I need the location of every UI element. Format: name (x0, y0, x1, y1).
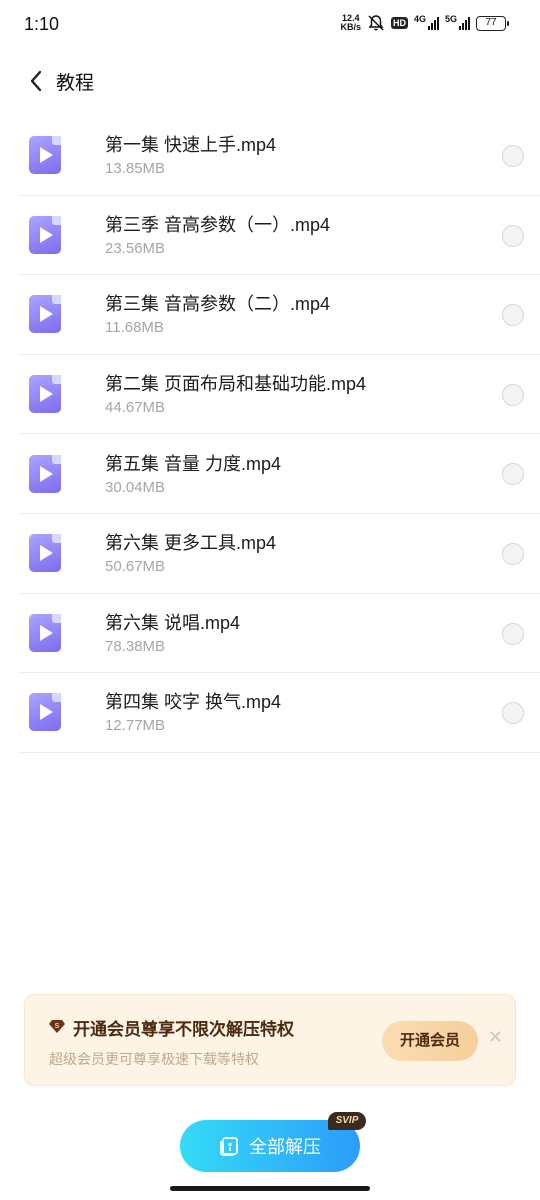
file-name: 第三季 音高参数（一）.mp4 (105, 214, 331, 235)
battery-icon: 77 (476, 15, 509, 31)
file-name: 第四集 咬字 换气.mp4 (105, 692, 282, 713)
video-file-icon (29, 295, 63, 334)
select-radio[interactable] (502, 463, 524, 486)
network-speed: 12.4 KB/s (340, 13, 361, 32)
select-radio[interactable] (502, 542, 524, 565)
vip-promo-banner: S 开通会员尊享不限次解压特权 超级会员更可尊享极速下载等特权 开通会员 ✕ (24, 994, 516, 1086)
select-radio[interactable] (502, 145, 524, 167)
list-item[interactable]: 第六集 更多工具.mp4 50.67MB (18, 514, 540, 594)
video-file-icon (29, 215, 63, 254)
select-radio[interactable] (502, 224, 524, 247)
header: 教程 (0, 58, 540, 104)
file-name: 第一集 快速上手.mp4 (105, 135, 277, 156)
diamond-icon: S (49, 1020, 65, 1033)
file-name: 第五集 音量 力度.mp4 (105, 453, 282, 474)
select-radio[interactable] (502, 622, 524, 645)
file-list: 第一集 快速上手.mp4 13.85MB 第三季 音高参数（一）.mp4 23.56… (18, 116, 540, 753)
file-size: 12.77MB (105, 717, 166, 735)
unzip-icon (220, 1137, 238, 1156)
file-name: 第二集 页面布局和基础功能.mp4 (105, 374, 367, 395)
status-icons: 12.4 KB/s HD 4G 5G 77 (340, 13, 509, 32)
promo-subtitle: 超级会员更可尊享极速下载等特权 (49, 1051, 259, 1067)
status-bar: 1:10 12.4 KB/s HD 4G 5G 77 (0, 0, 540, 50)
file-name: 第六集 更多工具.mp4 (105, 533, 277, 554)
extract-all-label: 全部解压 (249, 1137, 321, 1157)
page-title: 教程 (56, 72, 95, 94)
file-size: 78.38MB (105, 637, 166, 655)
video-file-icon (29, 136, 63, 175)
svg-text:S: S (55, 1023, 60, 1030)
hd-icon: HD (390, 17, 408, 29)
list-item[interactable]: 第五集 音量 力度.mp4 30.04MB (18, 434, 540, 514)
file-name: 第三集 音高参数（二）.mp4 (105, 294, 331, 315)
file-size: 11.68MB (105, 319, 164, 337)
close-icon[interactable]: ✕ (488, 1028, 503, 1046)
chevron-left-icon (30, 70, 42, 92)
video-file-icon (29, 454, 63, 493)
video-file-icon (29, 534, 63, 573)
promo-title: 开通会员尊享不限次解压特权 (73, 1020, 294, 1039)
list-item[interactable]: 第六集 说唱.mp4 78.38MB (18, 594, 540, 674)
file-size: 23.56MB (105, 239, 166, 257)
list-item[interactable]: 第三季 音高参数（一）.mp4 23.56MB (18, 196, 540, 276)
select-radio[interactable] (502, 702, 524, 725)
select-radio[interactable] (502, 304, 524, 327)
signal-5g-icon (459, 16, 470, 30)
list-item[interactable]: 第二集 页面布局和基础功能.mp4 44.67MB (18, 355, 540, 435)
video-file-icon (29, 613, 63, 652)
video-file-icon (29, 375, 63, 414)
signal-5g-label: 5G (444, 14, 457, 24)
signal-4g-icon (427, 16, 439, 30)
select-radio[interactable] (502, 383, 524, 406)
file-size: 13.85MB (105, 160, 166, 178)
list-item[interactable]: 第一集 快速上手.mp4 13.85MB (18, 116, 540, 196)
list-item[interactable]: 第三集 音高参数（二）.mp4 11.68MB (18, 275, 540, 355)
svip-badge: SVIP (328, 1112, 366, 1130)
open-vip-button[interactable]: 开通会员 (382, 1021, 478, 1061)
file-size: 30.04MB (105, 478, 166, 496)
bell-muted-icon (368, 15, 384, 31)
list-item[interactable]: 第四集 咬字 换气.mp4 12.77MB (18, 673, 540, 753)
signal-4g-label: 4G (413, 14, 426, 24)
file-size: 44.67MB (105, 399, 166, 417)
file-name: 第六集 说唱.mp4 (105, 612, 241, 633)
status-time: 1:10 (24, 14, 60, 34)
video-file-icon (29, 693, 63, 732)
back-button[interactable] (16, 61, 56, 101)
file-size: 50.67MB (105, 558, 166, 576)
home-indicator[interactable] (170, 1186, 370, 1191)
